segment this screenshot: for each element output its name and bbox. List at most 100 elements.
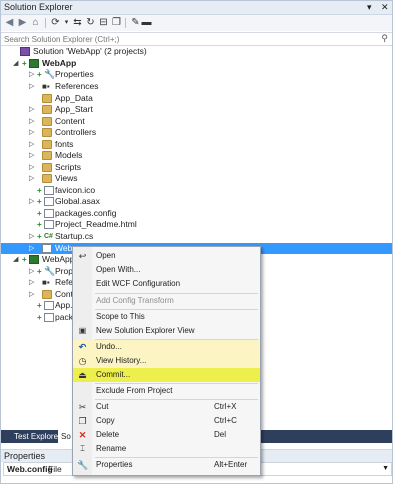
collapsed-arrow-icon[interactable]: ▷ [29,277,37,288]
collapsed-arrow-icon[interactable]: ▷ [29,266,37,277]
menu-item-properties[interactable]: 🔧 Properties Alt+Enter [73,458,260,472]
tree-item-folder[interactable]: ▷ Controllers [1,127,392,138]
menu-item-open-with[interactable]: Open With... [73,263,260,277]
tree-item-properties[interactable]: ▷ + 🔧 Properties [1,69,392,80]
search-input[interactable] [4,33,364,45]
preview-icon[interactable]: ▬ [141,17,152,28]
search-icon[interactable]: ⚲ [381,33,388,44]
menu-item-label: Cut [96,402,109,411]
tree-item-file[interactable]: + favicon.ico [1,185,392,196]
menu-item-edit-wcf-configuration[interactable]: Edit WCF Configuration [73,277,260,291]
refresh-icon[interactable]: ↻ [85,17,96,28]
menu-item-cut[interactable]: ✂ Cut Ctrl+X [73,400,260,414]
collapsed-arrow-icon[interactable]: ▷ [29,150,37,161]
undo-icon: ↶ [78,342,87,352]
tree-item-label: packages.config [55,208,117,218]
collapsed-arrow-icon[interactable]: ▷ [29,104,37,115]
expanded-arrow-icon[interactable]: ◢ [13,254,21,265]
menu-item-label: Add Config Transform [96,296,174,305]
collapsed-arrow-icon[interactable]: ▷ [29,127,37,138]
tree-item-folder[interactable]: App_Data [1,93,392,104]
solution-explorer-panel: Solution Explorer ▾ ✕ ◀ ▶ ⌂ ⟳ ▾ ⇆ ↻ ⊟ ❐ … [0,0,393,484]
menu-item-view-history[interactable]: ◷ View History... [73,354,260,368]
pending-changes-icon[interactable]: ⇆ [72,17,83,28]
menu-item-label: Exclude From Project [96,386,173,395]
tab-test-explorer[interactable]: Test Explorer [11,430,64,443]
menu-item-copy[interactable]: ❐ Copy Ctrl+C [73,414,260,428]
tree-item-file[interactable]: ▷ + Global.asax [1,196,392,207]
file-icon [44,313,54,322]
tree-item-folder[interactable]: ▷ Content [1,116,392,127]
tree-item-file[interactable]: + Project_Readme.html [1,219,392,230]
collapsed-arrow-icon[interactable]: ▷ [29,116,37,127]
tree-item-label: Models [55,150,83,160]
tree-item-folder[interactable]: ▷ Models [1,150,392,161]
solution-icon [20,47,30,56]
tree-item-folder[interactable]: ▷ App_Start [1,104,392,115]
collapsed-arrow-icon[interactable]: ▷ [29,231,37,242]
menu-item-label: Properties [96,460,133,469]
collapsed-arrow-icon[interactable]: ▷ [29,139,37,150]
search-bar: ⚲ [1,32,392,46]
file-icon [44,209,54,218]
collapsed-arrow-icon[interactable]: ▷ [29,173,37,184]
tree-item-label: Solution 'WebApp' (2 projects) [33,46,147,56]
project-icon [29,59,39,68]
collapsed-arrow-icon[interactable]: ▷ [29,289,37,300]
tree-item-folder[interactable]: ▷ Views [1,173,392,184]
tree-item-folder[interactable]: ▷ Scripts [1,162,392,173]
menu-item-delete[interactable]: ✕ Delete Del [73,428,260,442]
menu-item-commit[interactable]: ⏏ Commit... [73,368,260,382]
menu-item-label: Commit... [96,370,131,379]
collapse-all-icon[interactable]: ⊟ [98,17,109,28]
tree-item-label: App_Start [55,104,93,114]
tree-item-label: fonts [55,139,74,149]
file-icon [44,186,54,195]
chevron-down-icon[interactable]: ▼ [382,463,389,475]
collapsed-arrow-icon[interactable]: ▷ [29,81,37,92]
properties-wrench-icon[interactable]: ✎ [130,17,141,28]
file-icon [44,197,54,206]
tree-item-references[interactable]: ▷ ■▪ References [1,81,392,92]
menu-item-exclude-from-project[interactable]: Exclude From Project [73,384,260,398]
collapsed-arrow-icon[interactable]: ▷ [29,196,37,207]
toolbar-separator [45,18,46,28]
collapsed-arrow-icon[interactable]: ▷ [29,243,37,254]
pin-dropdown-icon[interactable]: ▾ [367,2,372,13]
wrench-icon: 🔧 [44,69,56,79]
menu-item-scope-to-this[interactable]: Scope to This [73,310,260,324]
tree-item-folder[interactable]: ▷ fonts [1,139,392,150]
tree-item-solution[interactable]: Solution 'WebApp' (2 projects) [1,46,392,57]
file-icon [44,220,54,229]
home-icon[interactable]: ⌂ [30,17,41,28]
tree-item-label: Project_Readme.html [55,219,137,229]
menu-item-rename[interactable]: ⌶ Rename [73,442,260,456]
sync-dropdown-icon[interactable]: ▾ [61,17,72,28]
menu-item-label: Open With... [96,265,141,274]
selected-object-name: Web.config [7,464,53,474]
tree-item-project-webapp[interactable]: ◢ + WebApp [1,58,392,69]
menu-item-label: Rename [96,444,127,453]
file-icon [44,301,54,310]
window-title: Solution Explorer [4,2,73,12]
menu-item-shortcut: Ctrl+C [214,416,237,425]
menu-item-open[interactable]: ↩ Open [73,249,260,263]
tree-item-file[interactable]: + packages.config [1,208,392,219]
title-bar: Solution Explorer ▾ ✕ [1,1,392,15]
menu-item-undo[interactable]: ↶ Undo... [73,340,260,354]
menu-item-new-solution-explorer-view[interactable]: ▣ New Solution Explorer View [73,324,260,338]
tree-item-label: References [55,81,99,91]
folder-icon [42,151,52,160]
collapsed-arrow-icon[interactable]: ▷ [29,162,37,173]
tree-item-file[interactable]: ▷ + C# Startup.cs [1,231,392,242]
expanded-arrow-icon[interactable]: ◢ [13,58,21,69]
back-icon[interactable]: ◀ [4,17,15,28]
sync-icon[interactable]: ⟳ [50,17,61,28]
menu-item-label: Open [96,251,116,260]
forward-icon[interactable]: ▶ [17,17,28,28]
collapsed-arrow-icon[interactable]: ▷ [29,69,37,80]
close-icon[interactable]: ✕ [381,2,389,13]
show-all-files-icon[interactable]: ❐ [111,17,122,28]
menu-item-label: View History... [96,356,147,365]
context-menu: ↩ Open Open With... Edit WCF Configurati… [72,246,261,476]
